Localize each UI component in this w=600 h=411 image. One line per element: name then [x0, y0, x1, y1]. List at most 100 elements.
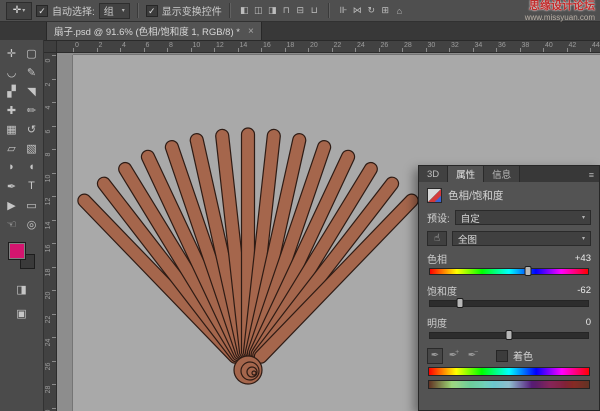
type-tool[interactable]: T [22, 178, 42, 194]
auto-align-icon[interactable]: ↻ [365, 4, 378, 18]
ruler-tick [261, 48, 262, 52]
slider-track[interactable] [429, 300, 589, 307]
auto-select-value: 组 [104, 3, 114, 18]
auto-select-dropdown[interactable]: 组 ▾ [99, 3, 130, 19]
history-brush-tool[interactable]: ↺ [22, 121, 42, 137]
toolbar-tools: ✛▢◡✎▞◥✚✏▦↺▱▧◗◖✒T▶▭☜◎ [0, 40, 43, 232]
ruler-vertical[interactable]: 024681012141618202224262830 [44, 53, 57, 411]
healing-brush-tool[interactable]: ✚ [2, 102, 22, 118]
panel-tab-信息[interactable]: 信息 [484, 166, 520, 182]
ruler-label: 0 [45, 54, 52, 67]
ruler-label: 10 [45, 172, 52, 185]
eraser-tool[interactable]: ▱ [2, 140, 22, 156]
ruler-tick [167, 48, 168, 52]
path-selection-tool[interactable]: ▶ [2, 197, 22, 213]
slider-track[interactable] [429, 332, 589, 339]
ruler-label: 2 [99, 42, 103, 49]
hand-tool[interactable]: ☜ [2, 216, 22, 232]
close-icon[interactable]: × [248, 26, 254, 37]
ruler-tick [426, 48, 427, 52]
ruler-label: 44 [592, 42, 600, 49]
ruler-label: 18 [287, 42, 295, 49]
ruler-label: 10 [193, 42, 201, 49]
slider-thumb[interactable] [524, 266, 531, 276]
eyedropper-add-icon[interactable]: ✒+ [446, 348, 462, 364]
panel-tab-属性[interactable]: 属性 [448, 166, 484, 182]
eyedropper-subtract-icon[interactable]: ✒− [465, 348, 481, 364]
eyedropper-sample-icon[interactable]: ✒ [427, 348, 443, 364]
targeted-adjustment-tool[interactable]: ☝ [427, 231, 447, 246]
align-left-icon[interactable]: ◧ [238, 4, 251, 18]
lasso-tool[interactable]: ◡ [2, 64, 22, 80]
ruler-tick [285, 48, 286, 52]
align-right-icon[interactable]: ◨ [266, 4, 279, 18]
align-bottom-icon[interactable]: ⊔ [308, 4, 321, 18]
slider-row: 饱和度 -62 [427, 284, 591, 297]
slider-track[interactable] [429, 268, 589, 275]
rectangular-marquee-tool[interactable]: ▢ [22, 45, 42, 61]
slider-label: 明度 [427, 315, 447, 330]
channel-select[interactable]: 全图 ▾ [452, 231, 591, 246]
separator [328, 3, 330, 18]
move-tool[interactable]: ✛ [2, 45, 22, 61]
caret-down-icon: ▾ [582, 235, 585, 242]
ruler-tick [120, 48, 121, 52]
slider-thumb[interactable] [457, 298, 464, 308]
ruler-tick [355, 48, 356, 52]
shape-tool[interactable]: ▭ [22, 197, 42, 213]
color-swatches [8, 242, 35, 269]
clone-stamp-tool[interactable]: ▦ [2, 121, 22, 137]
ruler-label: 8 [45, 148, 52, 161]
foreground-color-swatch[interactable] [8, 242, 26, 260]
show-transform-checkbox[interactable]: ✓ [146, 5, 158, 17]
slider-value[interactable]: 0 [561, 317, 591, 328]
workspace-icon[interactable]: ⌂ [393, 4, 406, 18]
ruler-tick [52, 290, 56, 291]
quick-selection-tool[interactable]: ✎ [22, 64, 42, 80]
ruler-label: 16 [45, 242, 52, 255]
slider-value[interactable]: +43 [561, 253, 591, 264]
ruler-label: 18 [45, 266, 52, 279]
ruler-tick [97, 48, 98, 52]
toolbar-extras: ◨▣ [0, 281, 43, 321]
document-tab[interactable]: 扇子.psd @ 91.6% (色相/饱和度 1, RGB/8) * × [46, 22, 262, 40]
eyedropper-tool[interactable]: ◥ [22, 83, 42, 99]
ruler-horizontal[interactable]: 0246810121416182022242628303234363840424… [44, 40, 600, 53]
ruler-tick [73, 48, 74, 52]
ruler-label: 30 [45, 407, 52, 411]
distribute-v-icon[interactable]: ⋈ [351, 4, 364, 18]
colorize-checkbox[interactable] [496, 350, 508, 362]
ruler-label: 6 [146, 42, 150, 49]
auto-select-label: 自动选择: [52, 3, 95, 18]
align-top-icon[interactable]: ⊓ [280, 4, 293, 18]
distribute-h-icon[interactable]: ⊪ [337, 4, 350, 18]
dodge-tool[interactable]: ◖ [22, 159, 42, 175]
align-h-center-icon[interactable]: ◫ [252, 4, 265, 18]
preset-select[interactable]: 自定 ▾ [455, 210, 591, 225]
ruler-tick [590, 48, 591, 52]
crop-tool[interactable]: ▞ [2, 83, 22, 99]
panel-menu-icon[interactable]: ≡ [589, 170, 599, 182]
slider-label: 饱和度 [427, 283, 457, 298]
ruler-tick [496, 48, 497, 52]
ruler-tick [449, 48, 450, 52]
screen-mode-button[interactable]: ▣ [16, 305, 26, 321]
dropper-row: ✒✒+✒− 着色 [427, 348, 591, 363]
tool-preset-button[interactable]: ✛ ▾ [6, 2, 32, 20]
auto-select-checkbox[interactable]: ✓ [36, 5, 48, 17]
slider-thumb[interactable] [506, 330, 513, 340]
blur-tool[interactable]: ◗ [2, 159, 22, 175]
zoom-tool[interactable]: ◎ [22, 216, 42, 232]
separator [229, 3, 231, 18]
slider-value[interactable]: -62 [561, 285, 591, 296]
gradient-tool[interactable]: ▧ [22, 140, 42, 156]
quick-mask-button[interactable]: ◨ [16, 281, 26, 297]
ruler-label: 36 [498, 42, 506, 49]
pen-tool[interactable]: ✒ [2, 178, 22, 194]
align-v-center-icon[interactable]: ⊟ [294, 4, 307, 18]
panel-tab-3D[interactable]: 3D [419, 166, 448, 182]
arrange-icon[interactable]: ⊞ [379, 4, 392, 18]
ruler-tick [52, 267, 56, 268]
brush-tool[interactable]: ✏ [22, 102, 42, 118]
ruler-tick [520, 48, 521, 52]
